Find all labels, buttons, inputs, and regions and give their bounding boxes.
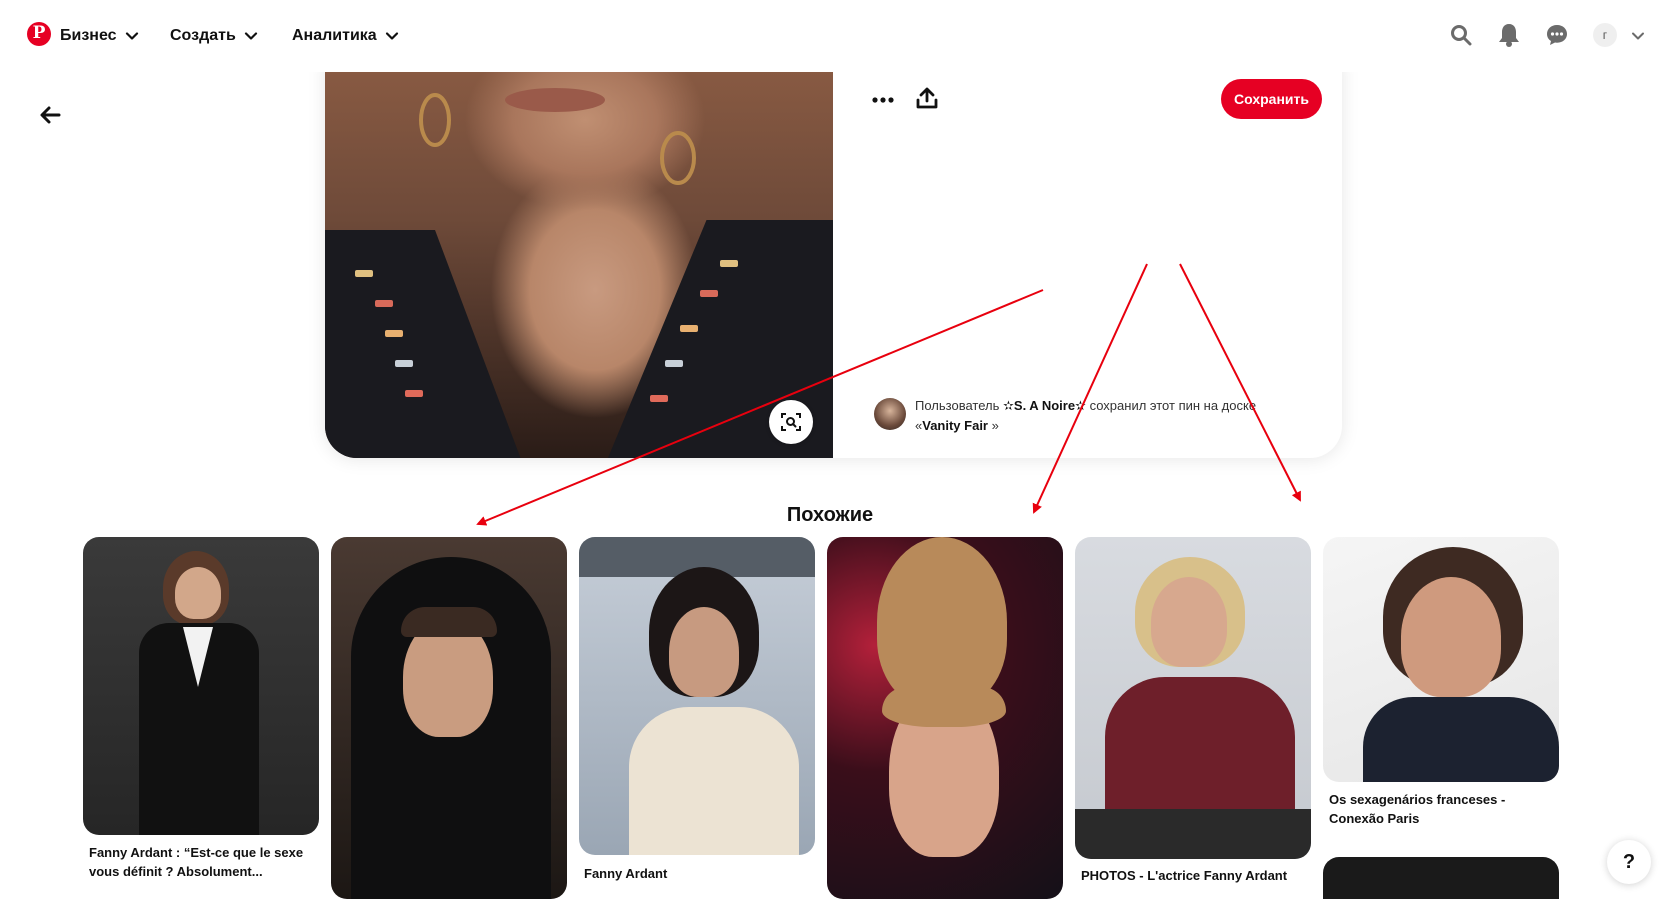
image-detail bbox=[665, 360, 683, 367]
nav-business-label: Бизнес bbox=[60, 27, 117, 44]
visual-search-button[interactable] bbox=[769, 400, 813, 444]
pin-closeup-card: Сохранить Пользователь ✫S. A Noire✫ сохр… bbox=[325, 60, 1342, 458]
bell-icon[interactable] bbox=[1496, 22, 1522, 48]
top-navigation: Бизнес Создать Аналитика г bbox=[0, 0, 1660, 72]
pin-card[interactable] bbox=[1075, 537, 1311, 859]
save-button[interactable]: Сохранить bbox=[1221, 79, 1322, 119]
chat-icon[interactable] bbox=[1544, 22, 1570, 48]
image-detail bbox=[1075, 809, 1311, 859]
image-detail bbox=[419, 93, 451, 147]
image-detail bbox=[395, 360, 413, 367]
nav-analytics[interactable]: Аналитика bbox=[292, 24, 399, 48]
avatar[interactable] bbox=[874, 398, 906, 430]
image-detail bbox=[629, 707, 799, 855]
chevron-down-icon bbox=[125, 32, 138, 40]
nav-analytics-label: Аналитика bbox=[292, 27, 377, 44]
chevron-down-icon bbox=[385, 32, 398, 40]
pin-image[interactable] bbox=[325, 60, 833, 458]
pin-caption[interactable]: Fanny Ardant : “Est-ce que le sexe vous … bbox=[89, 843, 319, 881]
image-detail bbox=[1401, 577, 1501, 697]
pin-caption[interactable]: Fanny Ardant bbox=[584, 864, 814, 883]
avatar[interactable]: г bbox=[1593, 23, 1617, 47]
chevron-down-icon[interactable] bbox=[1631, 29, 1645, 43]
image-detail bbox=[720, 260, 738, 267]
visual-search-icon bbox=[781, 413, 801, 431]
image-detail bbox=[650, 395, 668, 402]
arrow-left-icon[interactable] bbox=[38, 103, 62, 127]
pin-card[interactable] bbox=[827, 537, 1063, 899]
nav-create[interactable]: Создать bbox=[170, 24, 258, 48]
image-detail bbox=[882, 687, 1006, 727]
nav-business[interactable]: Бизнес bbox=[60, 24, 139, 48]
image-detail bbox=[1363, 697, 1559, 782]
image-detail bbox=[680, 325, 698, 332]
more-icon[interactable] bbox=[869, 86, 897, 114]
image-detail bbox=[355, 270, 373, 277]
image-detail bbox=[385, 330, 403, 337]
avatar-initial: г bbox=[1602, 28, 1608, 42]
pin-card[interactable] bbox=[331, 537, 567, 899]
pinterest-logo-icon[interactable] bbox=[27, 22, 51, 46]
pin-caption[interactable]: PHOTOS - L'actrice Fanny Ardant bbox=[1081, 866, 1311, 885]
image-detail bbox=[375, 300, 393, 307]
board-close: » bbox=[991, 418, 999, 433]
section-title: Похожие bbox=[786, 504, 874, 526]
pin-card[interactable] bbox=[579, 537, 815, 855]
image-detail bbox=[660, 131, 696, 185]
saver-name-link[interactable]: ✫S. A Noire✫ bbox=[1003, 398, 1086, 413]
image-detail bbox=[877, 537, 1007, 707]
share-icon[interactable] bbox=[913, 84, 941, 112]
saved-by-text: Пользователь ✫S. A Noire✫ сохранил этот … bbox=[915, 396, 1295, 436]
image-detail bbox=[325, 230, 525, 458]
image-detail bbox=[175, 567, 221, 619]
pin-card[interactable] bbox=[1323, 537, 1559, 782]
search-icon[interactable] bbox=[1448, 22, 1474, 48]
image-detail bbox=[669, 607, 739, 697]
pin-caption[interactable]: Os sexagenários franceses - Conexão Pari… bbox=[1329, 790, 1559, 828]
saver-prefix: Пользователь bbox=[915, 398, 1000, 413]
nav-create-label: Создать bbox=[170, 27, 236, 44]
help-icon: ? bbox=[1622, 850, 1636, 873]
pin-card[interactable] bbox=[83, 537, 319, 835]
image-detail bbox=[405, 390, 423, 397]
image-detail bbox=[700, 290, 718, 297]
help-button[interactable]: ? bbox=[1607, 840, 1651, 884]
saver-middle: сохранил этот пин на доске bbox=[1089, 398, 1257, 413]
pin-card[interactable] bbox=[1323, 857, 1559, 899]
chevron-down-icon bbox=[244, 32, 257, 40]
board-name-link[interactable]: Vanity Fair bbox=[922, 418, 988, 433]
image-detail bbox=[1151, 577, 1227, 667]
image-detail bbox=[401, 607, 497, 637]
image-detail bbox=[505, 88, 605, 112]
